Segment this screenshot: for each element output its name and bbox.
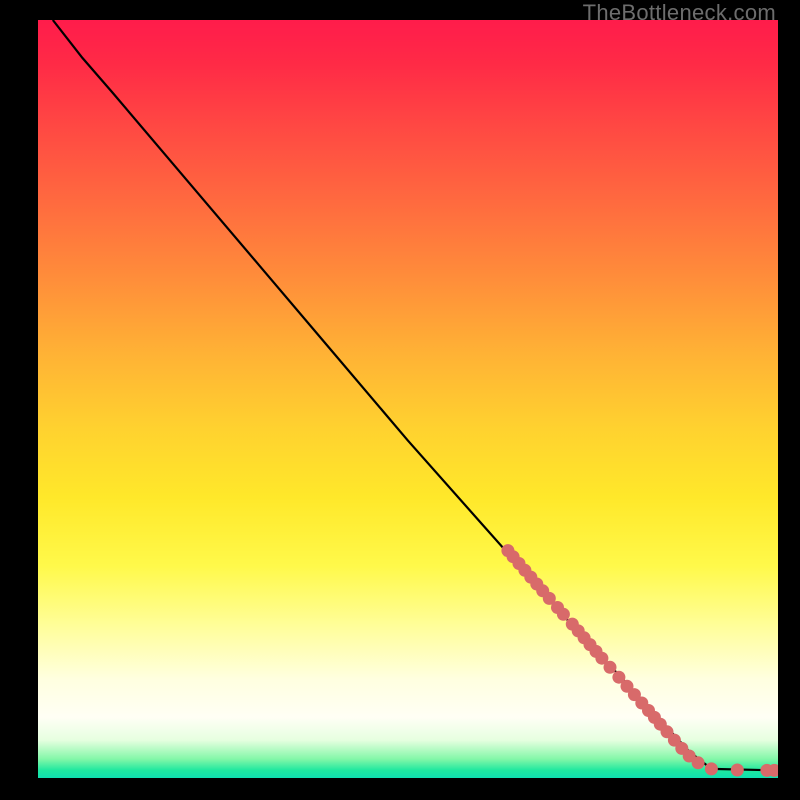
plot-gradient-area [38,20,778,778]
chart-frame: TheBottleneck.com [0,0,800,800]
